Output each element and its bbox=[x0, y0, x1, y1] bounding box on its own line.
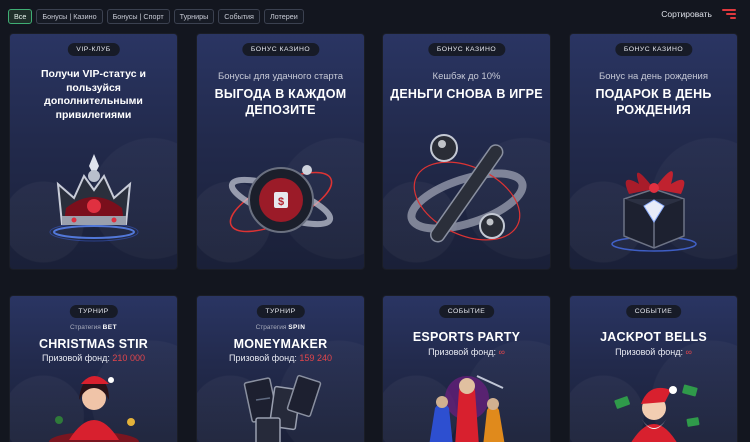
prize-label: Призовой фонд: bbox=[428, 347, 496, 357]
card-title: JACKPOT BELLS bbox=[600, 330, 707, 344]
filter-all[interactable]: Все bbox=[8, 8, 33, 24]
prize-line: Призовой фонд: ∞ bbox=[570, 347, 737, 357]
card-title: ДЕНЬГИ СНОВА В ИГРЕ bbox=[390, 87, 543, 101]
card-badge: ТУРНИР bbox=[256, 305, 305, 318]
card-subtitle: Бонусы для удачного старта bbox=[217, 71, 344, 82]
card-title: Получи VIP-статус и пользуйся дополнител… bbox=[41, 68, 146, 121]
filter-tabs: Все Бонусы | Казино Бонусы | Спорт Турни… bbox=[8, 8, 304, 24]
promo-card-birthday[interactable]: БОНУС КАЗИНО Бонус на день рождения ПОДА… bbox=[570, 34, 737, 269]
promo-card-deposit[interactable]: БОНУС КАЗИНО Бонусы для удачного старта … bbox=[197, 34, 364, 269]
prize-line: Призовой фонд: 159 240 bbox=[197, 353, 364, 363]
card-subtitle: Кешбэк до 10% bbox=[432, 71, 501, 82]
filter-lotteries[interactable]: Лотереи bbox=[263, 8, 304, 24]
card-badge: БОНУС КАЗИНО bbox=[614, 43, 693, 56]
tournament-card-moneymaker[interactable]: ТУРНИР Стратегия SPIN MONEYMAKER Призово… bbox=[197, 296, 364, 442]
top-bar: Все Бонусы | Казино Бонусы | Спорт Турни… bbox=[0, 0, 750, 32]
event-card-jackpot-bells[interactable]: СОБЫТИЕ JACKPOT BELLS Призовой фонд: ∞ bbox=[570, 296, 737, 442]
santa-icon bbox=[570, 368, 737, 442]
strategy-value: BET bbox=[102, 324, 118, 331]
card-badge: СОБЫТИЕ bbox=[438, 305, 495, 318]
card-badge: БОНУС КАЗИНО bbox=[427, 43, 506, 56]
prize-label: Призовой фонд: bbox=[42, 353, 110, 363]
esports-heroes-icon bbox=[383, 368, 550, 442]
filter-sport-bonuses[interactable]: Бонусы | Спорт bbox=[106, 8, 170, 24]
card-title: MONEYMAKER bbox=[233, 337, 328, 351]
event-card-esports-party[interactable]: СОБЫТИЕ ESPORTS PARTY Призовой фонд: ∞ bbox=[383, 296, 550, 442]
promo-card-vip[interactable]: VIP-КЛУБ Получи VIP-статус и пользуйся д… bbox=[10, 34, 177, 269]
strategy-label: Стратегия bbox=[69, 324, 101, 331]
svg-text:$: $ bbox=[277, 196, 283, 208]
card-title: ПОДАРОК В ДЕНЬ РОЖДЕНИЯ bbox=[595, 87, 712, 118]
prize-label: Призовой фонд: bbox=[615, 347, 683, 357]
promo-card-cashback[interactable]: БОНУС КАЗИНО Кешбэк до 10% ДЕНЬГИ СНОВА … bbox=[383, 34, 550, 269]
sort-label: Сортировать bbox=[661, 9, 712, 19]
filter-events[interactable]: События bbox=[218, 8, 260, 24]
card-title: CHRISTMAS STIR bbox=[38, 337, 149, 351]
prize-value: ∞ bbox=[685, 347, 692, 357]
card-badge: ТУРНИР bbox=[69, 305, 118, 318]
prize-line: Призовой фонд: 210 000 bbox=[10, 353, 177, 363]
strategy-line: Стратегия SPIN bbox=[197, 324, 364, 331]
strategy-label: Стратегия bbox=[255, 324, 287, 331]
filter-tournaments[interactable]: Турниры bbox=[173, 8, 215, 24]
card-badge: VIP-КЛУБ bbox=[67, 43, 120, 56]
tournament-card-christmas-stir[interactable]: ТУРНИР Стратегия BET CHRISTMAS STIR Приз… bbox=[10, 296, 177, 442]
card-title: ESPORTS PARTY bbox=[412, 330, 521, 344]
prize-label: Призовой фонд: bbox=[229, 353, 297, 363]
sort-icon bbox=[722, 8, 736, 20]
gift-box-icon bbox=[570, 144, 737, 259]
prize-value: 159 240 bbox=[299, 353, 332, 363]
card-badge: БОНУС КАЗИНО bbox=[241, 43, 320, 56]
strategy-line: Стратегия BET bbox=[10, 324, 177, 331]
money-cards-icon bbox=[197, 370, 364, 442]
christmas-girl-icon bbox=[10, 370, 177, 442]
filter-casino-bonuses[interactable]: Бонусы | Казино bbox=[36, 8, 103, 24]
cashback-icon bbox=[383, 126, 550, 261]
deposit-sphere-icon: $ bbox=[197, 142, 364, 257]
sort-button[interactable]: Сортировать bbox=[661, 8, 736, 20]
card-title: ВЫГОДА В КАЖДОМ ДЕПОЗИТЕ bbox=[214, 87, 347, 118]
prize-value: 210 000 bbox=[112, 353, 145, 363]
crown-icon bbox=[10, 146, 177, 251]
strategy-value: SPIN bbox=[288, 324, 306, 331]
prize-line: Призовой фонд: ∞ bbox=[383, 347, 550, 357]
card-subtitle: Бонус на день рождения bbox=[599, 71, 708, 82]
prize-value: ∞ bbox=[498, 347, 505, 357]
card-badge: СОБЫТИЕ bbox=[625, 305, 682, 318]
